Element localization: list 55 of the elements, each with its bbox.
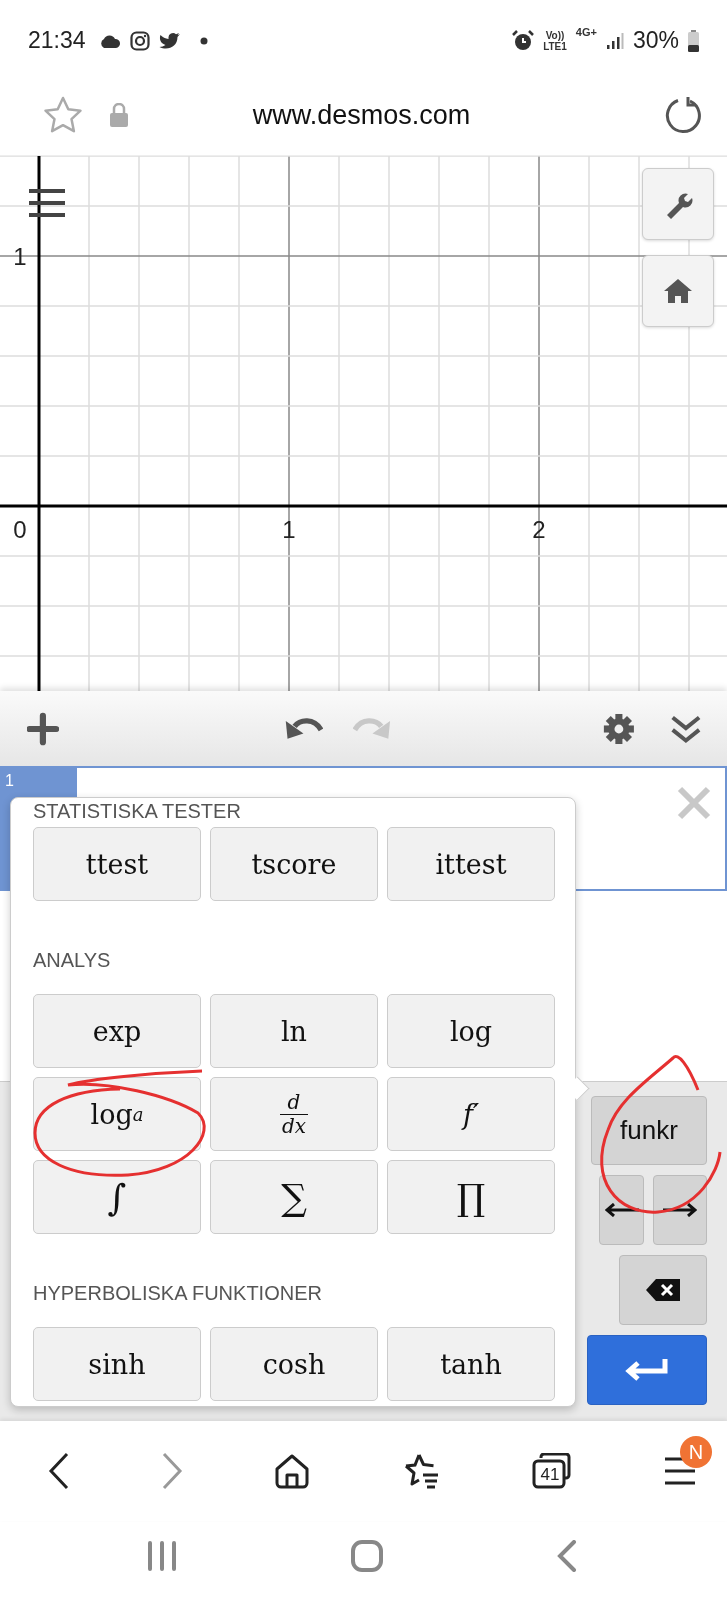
function-key[interactable]: ∑ (210, 1160, 378, 1234)
function-key[interactable]: ittest (387, 827, 555, 901)
alarm-icon (512, 29, 535, 52)
axis-tick-label: 0 (13, 516, 27, 543)
function-key[interactable]: ttest (33, 827, 201, 901)
axis-tick-label: 1 (13, 243, 27, 270)
reload-icon[interactable] (664, 96, 702, 134)
functions-key[interactable]: funkr (591, 1096, 707, 1165)
notification-badge: N (680, 1436, 712, 1468)
function-key[interactable]: cosh (210, 1327, 378, 1401)
bookmark-star-icon[interactable] (43, 96, 83, 134)
function-key[interactable]: exp (33, 994, 201, 1068)
home-button[interactable] (642, 255, 714, 327)
function-key[interactable]: log (387, 994, 555, 1068)
forward-icon[interactable] (161, 1452, 183, 1490)
graph-canvas[interactable]: 0 1 2 1 (0, 156, 727, 691)
menu-icon[interactable] (29, 188, 65, 218)
left-arrow-key[interactable] (599, 1175, 644, 1245)
home-icon (663, 278, 693, 304)
axis-tick-label: 1 (282, 516, 296, 543)
right-arrow-icon (663, 1203, 697, 1217)
battery-icon (688, 29, 699, 52)
lock-icon (109, 103, 129, 127)
volte-label: Vo)) LTE1 (543, 29, 567, 52)
function-key[interactable]: ∫ (33, 1160, 201, 1234)
camera-icon (129, 30, 150, 51)
function-key[interactable]: ∏ (387, 1160, 555, 1234)
function-key[interactable]: f′ (387, 1077, 555, 1151)
signal-icon (605, 31, 624, 50)
address-text[interactable]: www.desmos.com (129, 99, 594, 131)
return-icon (625, 1357, 669, 1383)
function-key[interactable]: sinh (33, 1327, 201, 1401)
home-icon[interactable] (274, 1453, 310, 1489)
network-label: 4G+ (575, 26, 597, 38)
section-heading: ANALYS (33, 949, 112, 971)
function-key[interactable]: ln (210, 994, 378, 1068)
function-key[interactable]: tscore (210, 827, 378, 901)
add-icon[interactable] (27, 710, 59, 747)
section-heading: HYPERBOLISKA FUNKTIONER (33, 1282, 323, 1304)
cloud-icon (98, 33, 121, 48)
right-arrow-key[interactable] (653, 1175, 707, 1245)
settings-wrench-button[interactable] (642, 168, 714, 240)
recent-apps-icon[interactable] (147, 1541, 177, 1571)
bird-icon (158, 31, 181, 50)
function-key[interactable]: tanh (387, 1327, 555, 1401)
derivative-key[interactable]: d dx (210, 1077, 378, 1151)
left-arrow-icon (604, 1203, 639, 1217)
clock-time: 21:34 (28, 27, 86, 54)
backspace-icon (646, 1279, 680, 1301)
axis-tick-label: 2 (532, 516, 546, 543)
backspace-key[interactable] (619, 1255, 707, 1325)
enter-key[interactable] (587, 1335, 707, 1405)
battery-percent: 30% (632, 27, 679, 54)
notification-dot-icon (199, 36, 208, 45)
back-icon[interactable] (48, 1452, 70, 1490)
